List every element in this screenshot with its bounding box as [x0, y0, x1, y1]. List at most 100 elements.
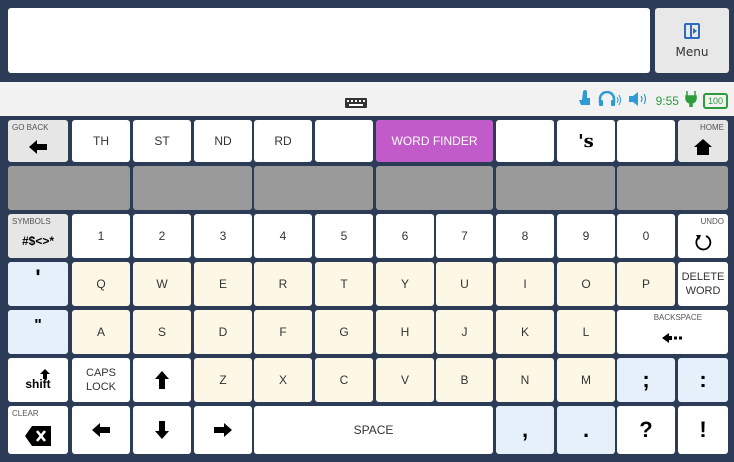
key-w[interactable]: W	[133, 262, 191, 306]
go-back-key[interactable]: GO BACK	[8, 120, 68, 162]
shift-content: shift	[25, 369, 51, 391]
keyboard-icon[interactable]	[345, 93, 367, 112]
space-key[interactable]: SPACE	[254, 406, 493, 454]
question-key[interactable]: ?	[617, 406, 675, 454]
arrow-right-icon	[214, 423, 232, 437]
key-k[interactable]: K	[496, 310, 554, 354]
backspace-arrow-icon	[661, 332, 684, 346]
arrow-up-key[interactable]	[133, 358, 191, 402]
key-s[interactable]: S	[133, 310, 191, 354]
home-icon	[694, 138, 712, 158]
symbols-value: #$<>*	[21, 234, 55, 248]
exclamation-key[interactable]: !	[678, 406, 728, 454]
prediction-slot-6[interactable]	[617, 166, 728, 210]
arrow-down-key[interactable]	[133, 406, 191, 454]
key-r[interactable]: R	[254, 262, 312, 306]
key-n[interactable]: N	[496, 358, 554, 402]
key-m[interactable]: M	[557, 358, 615, 402]
message-window[interactable]	[8, 8, 650, 73]
th-key[interactable]: TH	[72, 120, 130, 162]
key-0[interactable]: 0	[617, 214, 675, 258]
backspace-key[interactable]: BACKSPACE	[617, 310, 728, 354]
blank-key-1[interactable]	[315, 120, 373, 162]
key-t[interactable]: T	[315, 262, 373, 306]
key-h[interactable]: H	[376, 310, 434, 354]
key-6[interactable]: 6	[376, 214, 434, 258]
battery-level: 100	[702, 93, 728, 109]
key-4[interactable]: 4	[254, 214, 312, 258]
key-e[interactable]: E	[194, 262, 252, 306]
status-indicators: 9:55 100	[578, 90, 728, 112]
home-key[interactable]: HOME	[678, 120, 728, 162]
key-u[interactable]: U	[436, 262, 493, 306]
key-z[interactable]: Z	[194, 358, 252, 402]
key-i[interactable]: I	[496, 262, 554, 306]
symbols-key[interactable]: SYMBOLS #$<>*	[8, 214, 68, 258]
rd-key[interactable]: RD	[254, 120, 312, 162]
key-d[interactable]: D	[194, 310, 252, 354]
undo-key[interactable]: UNDO	[678, 214, 728, 258]
comma-key[interactable]: ,	[496, 406, 554, 454]
prediction-slot-5[interactable]	[496, 166, 615, 210]
colon-key[interactable]: :	[678, 358, 728, 402]
key-x[interactable]: X	[254, 358, 312, 402]
key-7[interactable]: 7	[436, 214, 493, 258]
key-j[interactable]: J	[436, 310, 493, 354]
key-f[interactable]: F	[254, 310, 312, 354]
key-a[interactable]: A	[72, 310, 130, 354]
shift-key[interactable]: shift	[8, 358, 68, 402]
status-bar: 9:55 100	[0, 80, 734, 116]
blank-key-3[interactable]	[617, 120, 675, 162]
double-quote-key[interactable]: "	[8, 310, 68, 354]
word-finder-key[interactable]: WORD FINDER	[376, 120, 493, 162]
shift-label: shift	[25, 377, 51, 391]
speaker-icon	[628, 91, 650, 111]
st-key[interactable]: ST	[133, 120, 191, 162]
key-g[interactable]: G	[315, 310, 373, 354]
clear-label: CLEAR	[12, 409, 39, 418]
home-label: HOME	[700, 123, 724, 132]
message-bar: Menu	[0, 0, 734, 80]
caps-lock-line-2: LOCK	[86, 381, 116, 393]
prediction-slot-2[interactable]	[133, 166, 252, 210]
key-o[interactable]: O	[557, 262, 615, 306]
arrow-left-icon	[29, 139, 47, 157]
key-v[interactable]: V	[376, 358, 434, 402]
arrow-left-key[interactable]	[72, 406, 130, 454]
key-b[interactable]: B	[436, 358, 493, 402]
key-p[interactable]: P	[617, 262, 675, 306]
apostrophe-key[interactable]: '	[8, 262, 68, 306]
headphones-icon	[598, 90, 622, 111]
key-l[interactable]: L	[557, 310, 615, 354]
undo-icon	[694, 233, 712, 254]
caps-lock-line-1: CAPS	[86, 367, 116, 379]
apostrophe-s-key[interactable]: 's	[557, 120, 615, 162]
clear-x-icon	[25, 425, 51, 449]
menu-button[interactable]: Menu	[655, 8, 729, 73]
key-y[interactable]: Y	[376, 262, 434, 306]
key-2[interactable]: 2	[133, 214, 191, 258]
delete-word-line-1: DELETE	[681, 271, 725, 283]
prediction-slot-1[interactable]	[8, 166, 130, 210]
prediction-slot-4[interactable]	[376, 166, 493, 210]
blank-key-2[interactable]	[496, 120, 554, 162]
key-8[interactable]: 8	[496, 214, 554, 258]
period-key[interactable]: .	[557, 406, 615, 454]
semicolon-key[interactable]: ;	[617, 358, 675, 402]
go-back-label: GO BACK	[12, 123, 49, 132]
arrow-left-nav-icon	[92, 423, 110, 437]
prediction-slot-3[interactable]	[254, 166, 373, 210]
key-3[interactable]: 3	[194, 214, 252, 258]
key-9[interactable]: 9	[557, 214, 615, 258]
delete-word-key[interactable]: DELETE WORD	[678, 262, 728, 306]
arrow-right-key[interactable]	[194, 406, 252, 454]
key-5[interactable]: 5	[315, 214, 373, 258]
key-q[interactable]: Q	[72, 262, 130, 306]
clear-key[interactable]: CLEAR	[8, 406, 68, 454]
caps-lock-key[interactable]: CAPS LOCK	[72, 358, 130, 402]
key-c[interactable]: C	[315, 358, 373, 402]
key-1[interactable]: 1	[72, 214, 130, 258]
plug-icon	[685, 91, 697, 111]
nd-key[interactable]: ND	[194, 120, 252, 162]
backspace-label: BACKSPACE	[653, 313, 702, 322]
